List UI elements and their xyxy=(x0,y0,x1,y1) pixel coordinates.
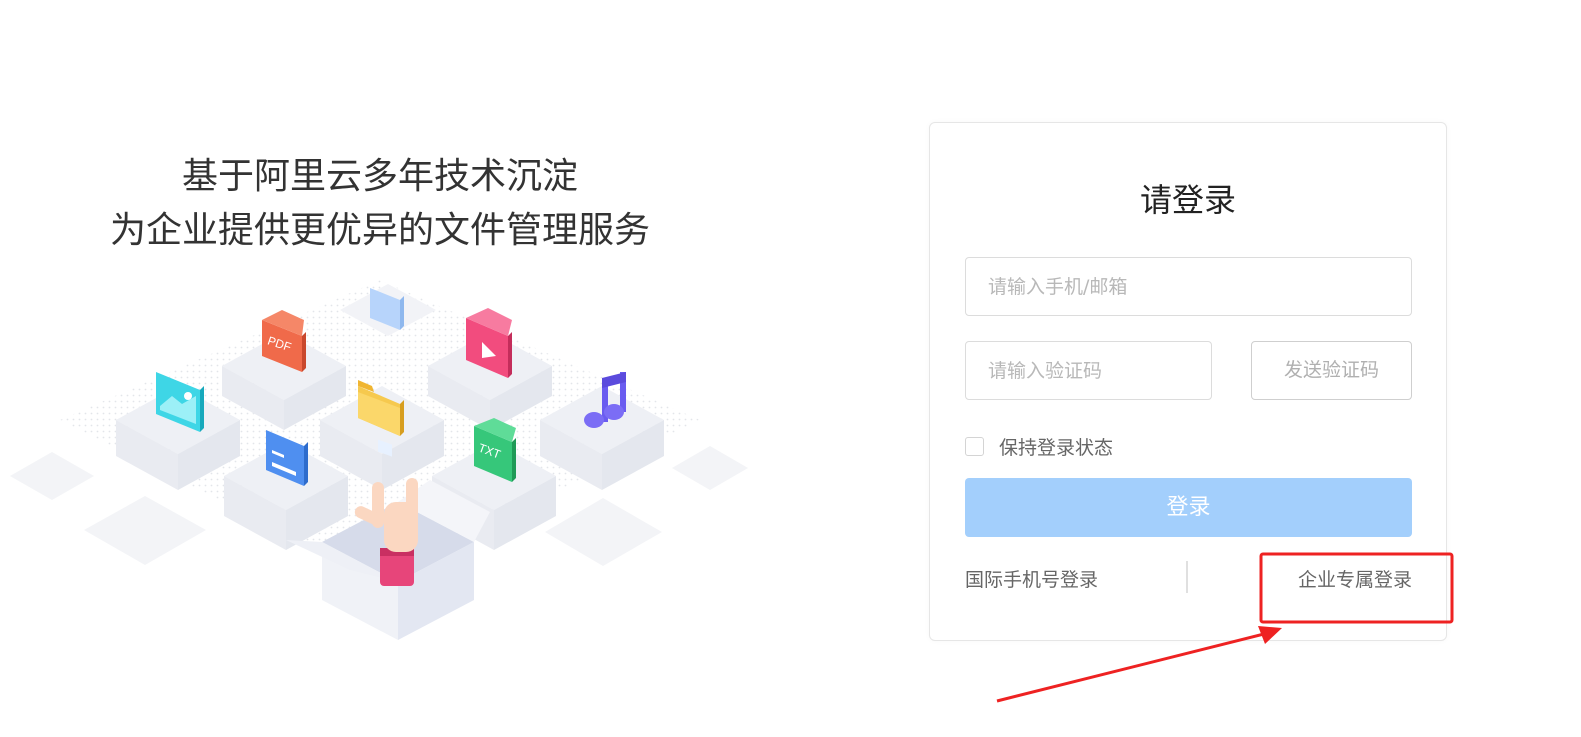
login-title: 请登录 xyxy=(1139,181,1236,219)
remember-checkbox[interactable] xyxy=(965,437,984,456)
file-types-illustration: PDF TXT xyxy=(10,280,748,640)
login-card: 请登录 发送验证码 保持登录状态 登录 国际手机号登录 企业专属登录 xyxy=(929,122,1447,641)
login-footer-links: 国际手机号登录 企业专属登录 xyxy=(965,561,1412,595)
link-divider xyxy=(1186,561,1188,593)
slogan-line-1: 基于阿里云多年技术沉淀 xyxy=(181,156,578,197)
annotation-arrow-line xyxy=(996,631,1269,703)
remember-login[interactable]: 保持登录状态 xyxy=(965,433,1113,460)
intl-phone-login-link[interactable]: 国际手机号登录 xyxy=(965,565,1098,592)
slogan: 基于阿里云多年技术沉淀 为企业提供更优异的文件管理服务 xyxy=(60,150,700,258)
verification-code-input[interactable] xyxy=(965,341,1212,400)
login-button[interactable]: 登录 xyxy=(965,478,1412,537)
remember-label: 保持登录状态 xyxy=(999,437,1114,459)
enterprise-login-link[interactable]: 企业专属登录 xyxy=(1298,565,1412,592)
send-code-button[interactable]: 发送验证码 xyxy=(1251,341,1412,400)
slogan-line-2: 为企业提供更优异的文件管理服务 xyxy=(109,210,650,251)
phone-email-input[interactable] xyxy=(965,257,1412,316)
